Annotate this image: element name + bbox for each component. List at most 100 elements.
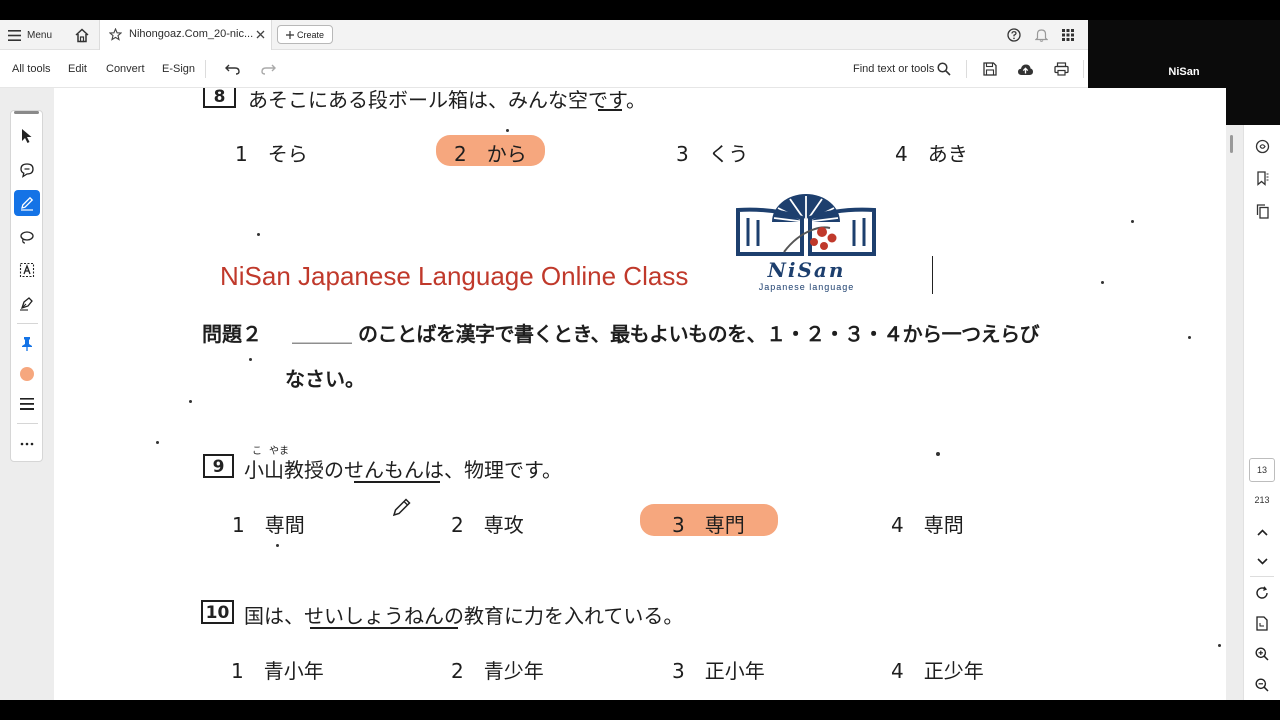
rail-separator — [17, 323, 38, 324]
edit-button[interactable]: Edit — [68, 63, 87, 75]
help-icon — [1007, 28, 1021, 42]
q10-choice-4[interactable]: 4 正少年 — [891, 655, 984, 684]
choice-text: 専問 — [923, 513, 964, 537]
choice-number: 3 — [672, 513, 685, 537]
search-button[interactable] — [935, 60, 953, 78]
more-horizontal-icon — [20, 442, 34, 446]
question-8-underline — [598, 109, 622, 111]
q8-choice-4[interactable]: 4 あき — [895, 138, 968, 167]
q9-choice-2[interactable]: 2 専攻 — [451, 509, 524, 538]
choice-number: 4 — [891, 513, 904, 537]
ai-assistant-button[interactable] — [1251, 135, 1273, 157]
comment-tool[interactable] — [14, 157, 40, 183]
scan-speck — [506, 129, 509, 132]
close-icon[interactable] — [256, 30, 265, 39]
question-9-sentence: 小山教授のせんもんは、物理です。 — [244, 454, 562, 483]
all-tools-button[interactable]: All tools — [12, 63, 51, 75]
scan-speck — [249, 358, 252, 361]
plus-icon — [285, 30, 294, 39]
highlight-tool[interactable] — [14, 190, 40, 216]
screen-bottom-bar — [0, 700, 1280, 720]
comment-plus-icon — [20, 163, 34, 178]
undo-icon — [225, 64, 240, 75]
freehand-draw-tool[interactable] — [14, 224, 40, 250]
question-9-underline — [354, 481, 440, 483]
text-tool[interactable] — [14, 257, 40, 283]
choice-text: 青少年 — [483, 659, 544, 683]
more-tools-button[interactable] — [14, 431, 40, 457]
choice-number: 1 — [232, 513, 245, 537]
q8-choice-3[interactable]: 3 くう — [676, 138, 748, 167]
current-page-box[interactable]: 13 — [1249, 458, 1275, 482]
create-button[interactable]: Create — [277, 25, 333, 44]
cloud-upload-icon — [1017, 64, 1033, 75]
redo-button[interactable] — [259, 60, 277, 78]
current-page-number: 13 — [1256, 465, 1267, 475]
zoom-in-button[interactable] — [1251, 643, 1273, 665]
q8-choice-2[interactable]: 2 から — [454, 138, 527, 167]
choice-number: 2 — [451, 513, 464, 537]
home-button[interactable] — [72, 25, 92, 45]
upload-button[interactable] — [1015, 60, 1035, 78]
scan-speck — [276, 544, 279, 547]
target-word: せいしょうねん — [304, 604, 444, 628]
choice-number: 4 — [895, 142, 908, 166]
sign-tool[interactable] — [14, 290, 40, 316]
bookmarks-button[interactable] — [1251, 167, 1273, 189]
page-fit-icon — [1256, 615, 1268, 631]
zoom-out-button[interactable] — [1251, 674, 1273, 696]
choice-number: 1 — [231, 659, 244, 683]
select-tool[interactable] — [14, 123, 40, 149]
document-tab[interactable]: Nihongoaz.Com_20-nic... — [99, 20, 272, 50]
save-button[interactable] — [981, 60, 999, 78]
copy-pages-icon — [1256, 203, 1269, 219]
scan-speck — [936, 452, 940, 456]
star-icon[interactable] — [109, 28, 122, 41]
page-fit-button[interactable] — [1251, 612, 1273, 634]
scan-speck — [257, 233, 260, 236]
question-number-10: 10 — [201, 600, 234, 624]
pages-button[interactable] — [1251, 200, 1273, 222]
rotate-button[interactable] — [1251, 582, 1273, 604]
choice-number: 2 — [451, 659, 464, 683]
help-button[interactable] — [1006, 27, 1022, 43]
pin-icon — [22, 337, 32, 351]
q9-choice-3[interactable]: 3 専門 — [672, 509, 745, 538]
home-icon — [75, 27, 89, 42]
q10-choice-2[interactable]: 2 青少年 — [451, 655, 544, 684]
sentence-pre: 国は、 — [244, 604, 304, 628]
esign-button[interactable]: E-Sign — [162, 63, 195, 75]
color-picker[interactable] — [14, 361, 40, 387]
chevron-down-icon — [1256, 557, 1268, 565]
pin-tool[interactable] — [14, 331, 40, 357]
find-label[interactable]: Find text or tools — [853, 63, 934, 75]
next-page-button[interactable] — [1251, 550, 1273, 572]
undo-button[interactable] — [224, 60, 242, 78]
scan-speck — [1218, 644, 1221, 647]
q9-choice-4[interactable]: 4 専問 — [891, 509, 964, 538]
previous-page-button[interactable] — [1251, 521, 1273, 543]
apps-button[interactable] — [1060, 27, 1076, 43]
mondai-blank: ＿＿＿ — [292, 322, 352, 346]
lines-icon — [20, 398, 34, 410]
create-label: Create — [296, 29, 324, 40]
q8-choice-1[interactable]: 1 そら — [235, 138, 308, 167]
menu-button[interactable]: Menu — [8, 25, 52, 45]
convert-button[interactable]: Convert — [106, 63, 145, 75]
document-page[interactable]: 8 あそこにある段ボール箱は、みんな空です。 1 そら 2 から 3 くう 4 … — [54, 88, 1226, 700]
sentence-post: の教育に力を入れている。 — [444, 604, 684, 628]
print-button[interactable] — [1052, 60, 1070, 78]
q10-choice-1[interactable]: 1 青小年 — [231, 655, 324, 684]
rail-scroll-thumb[interactable] — [1230, 135, 1233, 153]
search-icon — [937, 62, 951, 76]
q9-choice-1[interactable]: 1 専間 — [232, 509, 305, 538]
q10-choice-3[interactable]: 3 正小年 — [672, 655, 765, 684]
logo-subtitle: Japanese language — [758, 282, 855, 292]
color-swatch — [20, 367, 34, 381]
cursor-arrow-icon — [22, 129, 32, 143]
notifications-button[interactable] — [1033, 27, 1049, 43]
line-weight-tool[interactable] — [14, 391, 40, 417]
pen-cursor-icon — [392, 498, 411, 517]
rail-grip[interactable] — [14, 111, 39, 114]
fountain-pen-icon — [20, 297, 33, 311]
